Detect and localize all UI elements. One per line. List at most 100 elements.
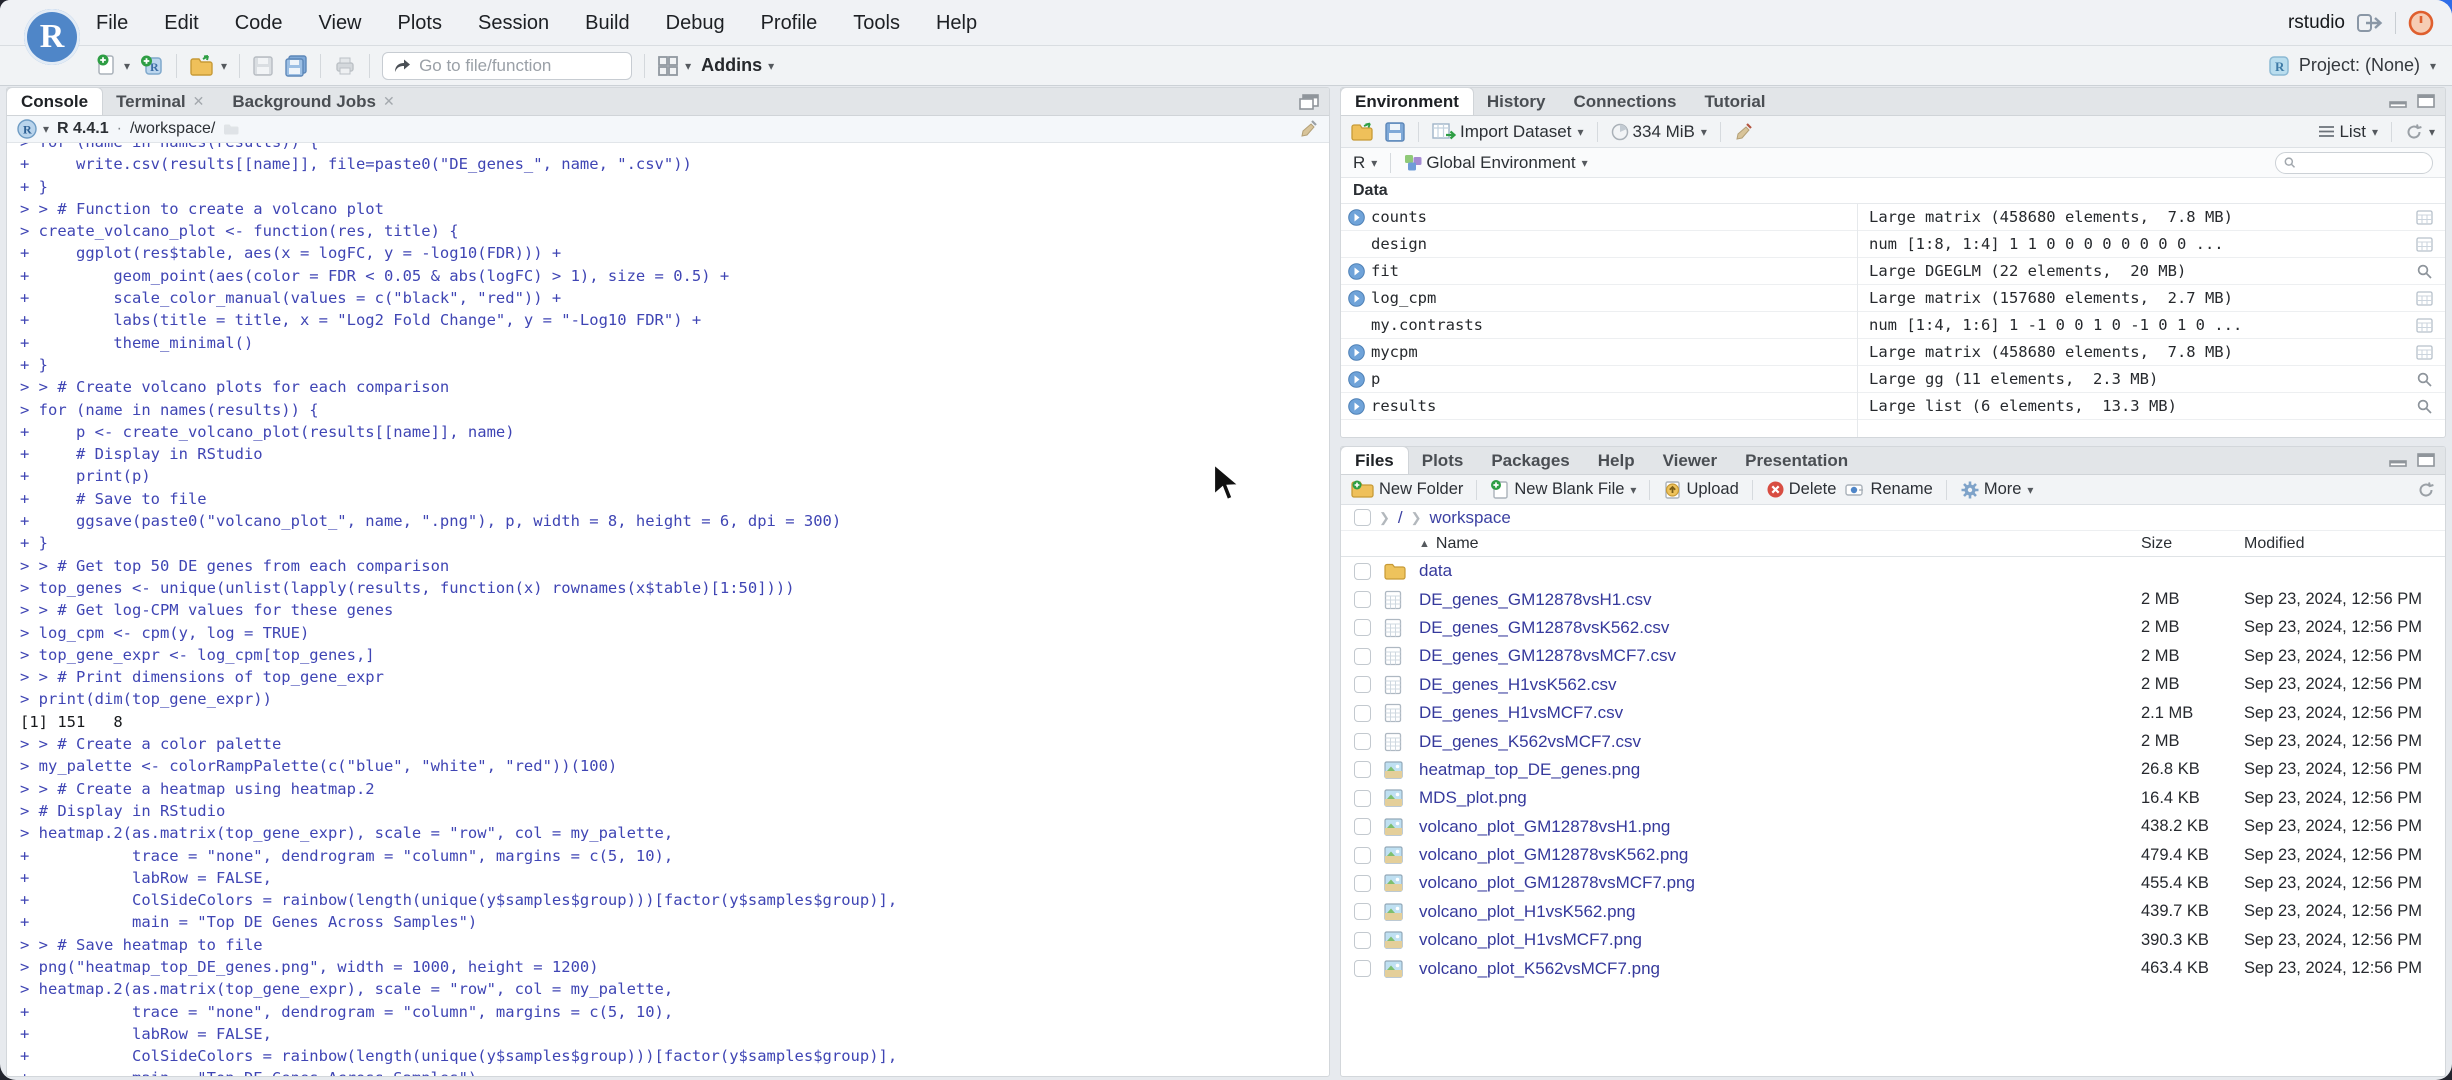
view-table-button[interactable]	[2403, 290, 2445, 306]
save-button[interactable]	[252, 55, 274, 77]
breadcrumb-root[interactable]: /	[1398, 508, 1403, 528]
tab-environment[interactable]: Environment	[1341, 88, 1473, 115]
close-tab-icon[interactable]: ✕	[193, 93, 205, 110]
file-checkbox[interactable]	[1354, 619, 1371, 637]
expand-toggle[interactable]	[1341, 370, 1371, 388]
tab-viewer[interactable]: Viewer	[1649, 447, 1732, 474]
view-table-icon[interactable]	[2415, 317, 2433, 333]
column-header-name[interactable]: ▲ Name	[1341, 535, 1479, 553]
expand-object-icon[interactable]	[1347, 289, 1365, 307]
expand-toggle[interactable]	[1341, 289, 1371, 307]
view-table-icon[interactable]	[2415, 236, 2433, 252]
close-tab-icon[interactable]: ✕	[383, 93, 395, 110]
file-checkbox[interactable]	[1354, 733, 1371, 751]
file-checkbox[interactable]	[1354, 562, 1371, 580]
tab-connections[interactable]: Connections	[1559, 88, 1690, 115]
menu-edit[interactable]: Edit	[164, 12, 198, 35]
file-name-link[interactable]: DE_genes_H1vsK562.csv	[1419, 675, 1617, 695]
more-button[interactable]: More ▾	[1960, 480, 2033, 500]
maximize-pane-icon[interactable]	[2417, 94, 2435, 108]
file-row-DE_genes_H1vsK562.csv[interactable]: DE_genes_H1vsK562.csv 2 MB Sep 23, 2024, 1…	[1341, 671, 2445, 699]
menu-debug[interactable]: Debug	[666, 12, 725, 35]
file-name-link[interactable]: volcano_plot_GM12878vsH1.png	[1419, 817, 1670, 837]
file-row-volcano_plot_GM12878vsH1.png[interactable]: volcano_plot_GM12878vsH1.png 438.2 KB Sep …	[1341, 813, 2445, 841]
environment-selector[interactable]: Global Environment ▾	[1404, 153, 1588, 173]
environment-search-box[interactable]	[2275, 151, 2433, 174]
expand-toggle[interactable]	[1341, 343, 1371, 361]
environment-object-mycpm[interactable]: mycpm Large matrix (458680 elements, 7.8 …	[1341, 339, 2445, 366]
r-version-menu-icon[interactable]: R ▾	[17, 119, 49, 139]
expand-object-icon[interactable]	[1347, 343, 1365, 361]
open-file-button[interactable]: ▾	[189, 54, 227, 77]
file-name-link[interactable]: DE_genes_GM12878vsH1.csv	[1419, 590, 1651, 610]
environment-object-design[interactable]: design num [1:8, 1:4] 1 1 0 0 0 0 0 0 0 0…	[1341, 231, 2445, 258]
inspect-object-icon[interactable]	[2417, 372, 2432, 387]
view-table-button[interactable]	[2403, 317, 2445, 333]
file-row-volcano_plot_GM12878vsMCF7.png[interactable]: volcano_plot_GM12878vsMCF7.png 455.4 KB Se…	[1341, 869, 2445, 897]
menu-help[interactable]: Help	[936, 12, 977, 35]
menu-profile[interactable]: Profile	[761, 12, 818, 35]
tab-presentation[interactable]: Presentation	[1731, 447, 1862, 474]
tab-files[interactable]: Files	[1341, 447, 1408, 474]
goto-file-function-input[interactable]	[419, 55, 641, 76]
new-file-button[interactable]: ▾	[96, 54, 130, 78]
minimize-pane-icon[interactable]	[2389, 94, 2407, 108]
tab-background-jobs[interactable]: Background Jobs ✕	[218, 88, 408, 115]
maximize-pane-icon[interactable]	[2417, 453, 2435, 467]
menu-tools[interactable]: Tools	[853, 12, 900, 35]
new-blank-file-button[interactable]: New Blank File ▾	[1490, 479, 1636, 500]
addins-button[interactable]: Addins ▾	[701, 55, 774, 76]
inspect-object-button[interactable]	[2403, 399, 2445, 414]
view-table-icon[interactable]	[2415, 344, 2433, 360]
goto-file-function-box[interactable]	[382, 51, 641, 80]
file-name-link[interactable]: volcano_plot_GM12878vsK562.png	[1419, 845, 1688, 865]
file-name-link[interactable]: DE_genes_GM12878vsK562.csv	[1419, 618, 1669, 638]
file-name-link[interactable]: MDS_plot.png	[1419, 788, 1527, 808]
view-table-button[interactable]	[2403, 236, 2445, 252]
environment-search-input[interactable]	[2301, 154, 2424, 171]
expand-object-icon[interactable]	[1347, 370, 1365, 388]
expand-toggle[interactable]	[1341, 208, 1371, 226]
file-checkbox[interactable]	[1354, 704, 1371, 722]
maximize-pane-icon[interactable]	[1299, 94, 1319, 110]
tab-plots[interactable]: Plots	[1408, 447, 1478, 474]
refresh-files-icon[interactable]	[2417, 481, 2435, 499]
menu-session[interactable]: Session	[478, 12, 549, 35]
file-name-link[interactable]: volcano_plot_GM12878vsMCF7.png	[1419, 873, 1695, 893]
file-checkbox[interactable]	[1354, 931, 1371, 949]
file-row-DE_genes_GM12878vsK562.csv[interactable]: DE_genes_GM12878vsK562.csv 2 MB Sep 23, 20…	[1341, 614, 2445, 642]
file-name-link[interactable]: volcano_plot_H1vsK562.png	[1419, 902, 1635, 922]
inspect-object-button[interactable]	[2403, 264, 2445, 279]
environment-object-fit[interactable]: fit Large DGEGLM (22 elements, 20 MB)	[1341, 258, 2445, 285]
tab-terminal[interactable]: Terminal ✕	[102, 88, 218, 115]
file-name-link[interactable]: volcano_plot_H1vsMCF7.png	[1419, 930, 1642, 950]
rename-button[interactable]: Rename	[1845, 480, 1933, 499]
environment-object-my.contrasts[interactable]: my.contrasts num [1:4, 1:6] 1 -1 0 0 1 0 …	[1341, 312, 2445, 339]
file-name-link[interactable]: DE_genes_K562vsMCF7.csv	[1419, 732, 1641, 752]
expand-toggle[interactable]	[1341, 397, 1371, 415]
inspect-object-icon[interactable]	[2417, 264, 2432, 279]
minimize-pane-icon[interactable]	[2389, 453, 2407, 467]
import-dataset-button[interactable]: Import Dataset ▾	[1432, 122, 1584, 142]
view-table-button[interactable]	[2403, 209, 2445, 225]
file-checkbox[interactable]	[1354, 903, 1371, 921]
tab-history[interactable]: History	[1473, 88, 1560, 115]
view-working-dir-icon[interactable]	[223, 122, 239, 136]
clear-console-icon[interactable]	[1299, 119, 1319, 139]
file-name-link[interactable]: volcano_plot_K562vsMCF7.png	[1419, 959, 1660, 979]
sign-out-icon[interactable]	[2357, 13, 2383, 33]
delete-button[interactable]: Delete	[1766, 480, 1836, 499]
file-checkbox[interactable]	[1354, 676, 1371, 694]
menu-build[interactable]: Build	[585, 12, 629, 35]
environment-object-log_cpm[interactable]: log_cpm Large matrix (157680 elements, 2.…	[1341, 285, 2445, 312]
file-row-DE_genes_K562vsMCF7.csv[interactable]: DE_genes_K562vsMCF7.csv 2 MB Sep 23, 2024,…	[1341, 727, 2445, 755]
column-header-modified[interactable]: Modified	[2244, 535, 2304, 553]
select-all-checkbox[interactable]	[1354, 509, 1371, 526]
environment-object-results[interactable]: results Large list (6 elements, 13.3 MB)	[1341, 393, 2445, 420]
file-checkbox[interactable]	[1354, 647, 1371, 665]
expand-object-icon[interactable]	[1347, 208, 1365, 226]
upload-button[interactable]: Upload	[1663, 480, 1739, 500]
list-view-button[interactable]: List ▾	[2318, 122, 2378, 142]
quit-session-icon[interactable]	[2408, 10, 2434, 36]
memory-usage-button[interactable]: 334 MiB ▾	[1611, 122, 1707, 142]
